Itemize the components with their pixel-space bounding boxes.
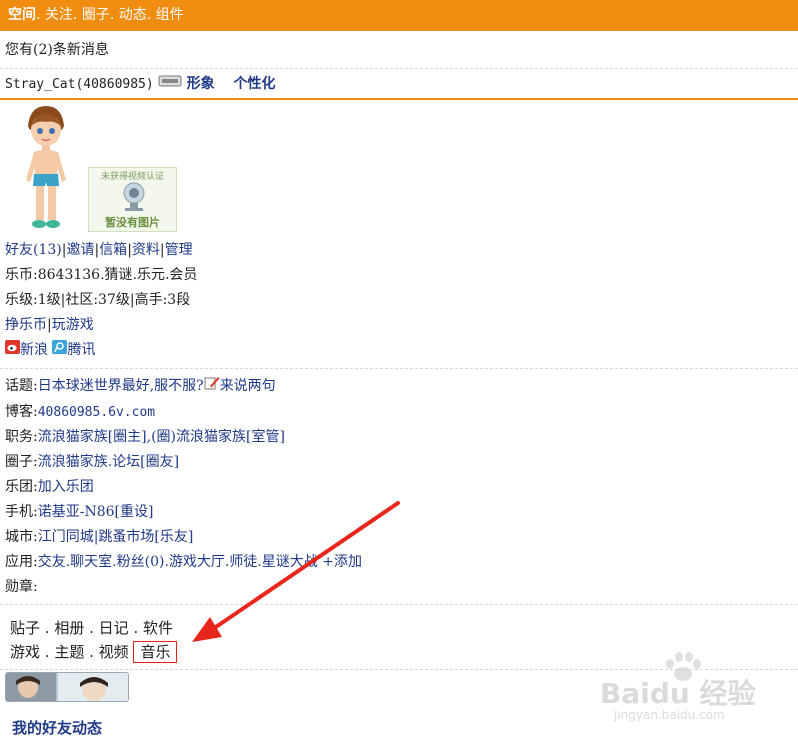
annotation-arrow [192,501,400,642]
baidu-jingyan-watermark: Baidu 经验 jingyan.baidu.com [600,652,760,724]
